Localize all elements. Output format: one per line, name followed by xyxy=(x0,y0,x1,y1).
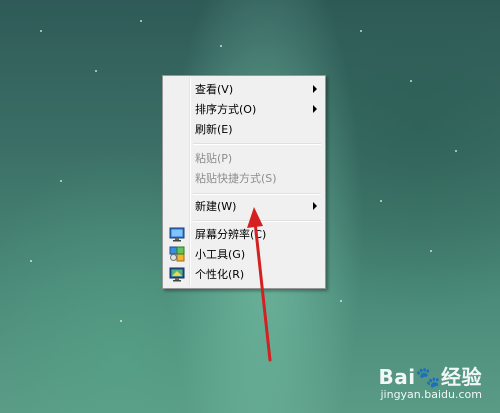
watermark-url: jingyan.baidu.com xyxy=(380,388,482,401)
baidu-jingyan-watermark: Bai🐾经验 jingyan.baidu.com xyxy=(378,361,482,401)
annotation-arrow xyxy=(247,207,272,362)
paw-icon: 🐾 xyxy=(415,365,441,389)
watermark-brand: Bai xyxy=(378,365,416,389)
watermark-brand-suffix: 经验 xyxy=(441,365,482,389)
